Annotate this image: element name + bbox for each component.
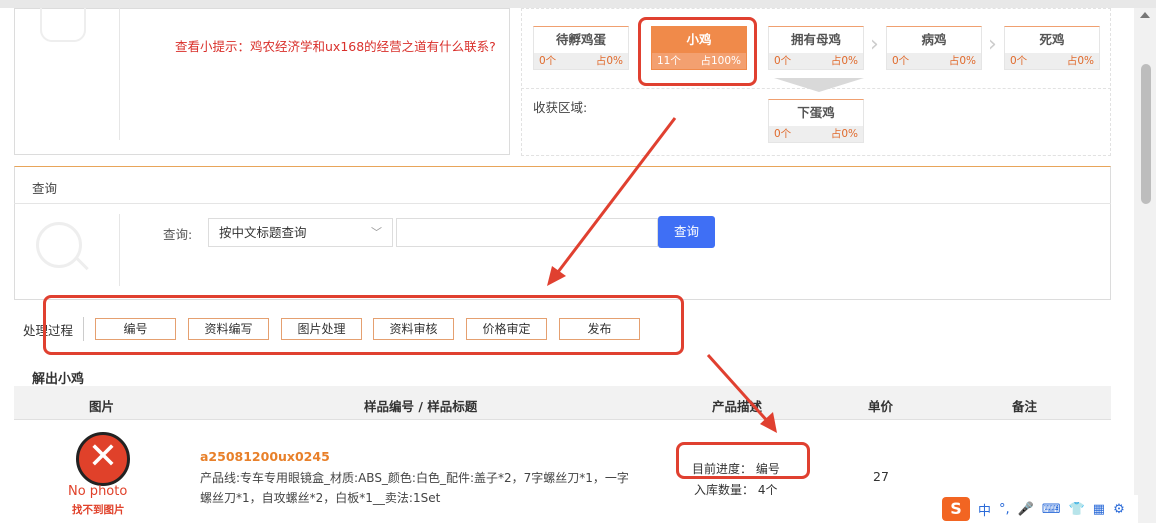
stage-hens[interactable]: 拥有母鸡 0个 占0% (768, 26, 864, 70)
search-button[interactable]: 查询 (658, 216, 715, 248)
stage-pct: 占0% (830, 55, 858, 67)
keyboard-icon[interactable]: ⌨ (1042, 502, 1061, 517)
stage-count: 0个 (1010, 55, 1028, 67)
section-title: 解出小鸡 (32, 372, 85, 387)
stage-count: 0个 (774, 128, 792, 140)
query-type-select[interactable]: 按中文标题查询 ﹀ (208, 218, 393, 247)
chevron-right-icon: › (870, 32, 879, 57)
arrow-down-icon (774, 78, 864, 92)
th-sku: 样品编号 / 样品标题 (364, 399, 478, 414)
th-desc: 产品描述 (712, 399, 763, 414)
th-note: 备注 (1012, 399, 1038, 414)
stock-text: 入库数量： 4个 (694, 483, 778, 497)
stage-eggs[interactable]: 待孵鸡蛋 0个 占0% (533, 26, 629, 70)
stage-name: 病鸡 (921, 32, 947, 47)
query-type-value: 按中文标题查询 (219, 225, 307, 240)
stage-name: 死鸡 (1039, 32, 1065, 47)
browser-top-strip (0, 0, 1156, 8)
info-panel (14, 8, 510, 155)
table-header (14, 386, 1111, 420)
scroll-up-icon[interactable] (1140, 12, 1150, 18)
sku-link[interactable]: a25081200ux0245 (200, 449, 330, 464)
ime-lang[interactable]: 中 (978, 500, 991, 519)
microphone-icon[interactable]: 🎤 (1018, 502, 1034, 517)
search-icon (36, 222, 82, 268)
placeholder-image-icon (40, 8, 86, 42)
scroll-thumb[interactable] (1141, 64, 1151, 204)
stage-pct: 占0% (595, 55, 623, 67)
stage-count: 0个 (539, 55, 557, 67)
tip-link[interactable]: 查看小提示：鸡农经济学和ux168的经营之道有什么联系? (175, 36, 496, 55)
query-panel-title: 查询 (32, 181, 58, 196)
punctuation-icon[interactable]: °, (999, 502, 1010, 517)
stage-name: 待孵鸡蛋 (555, 32, 606, 47)
chevron-right-icon: › (988, 32, 997, 57)
stage-pct: 占0% (1066, 55, 1094, 67)
divider (14, 203, 1111, 204)
th-price: 单价 (868, 399, 894, 414)
query-divider (119, 214, 120, 286)
stage-count: 0个 (892, 55, 910, 67)
stage-pct: 占0% (830, 128, 858, 140)
highlight-box (638, 17, 757, 86)
gear-icon[interactable]: ⚙ (1113, 502, 1125, 517)
query-label: 查询: (163, 227, 193, 242)
stage-name: 拥有母鸡 (790, 32, 841, 47)
ime-toolbar[interactable]: S 中 °, 🎤 ⌨ 👕 ▦ ⚙ (938, 495, 1138, 523)
apps-icon[interactable]: ▦ (1093, 502, 1105, 517)
sku-title: 产品线:专车专用眼镜盒_材质:ABS_颜色:白色_配件:盖子*2，7字螺丝刀*1… (200, 471, 629, 505)
harvest-label: 收获区域: (533, 100, 588, 115)
stage-name: 下蛋鸡 (797, 105, 835, 120)
search-input[interactable] (396, 218, 658, 247)
ime-logo: S (942, 497, 970, 521)
stage-dead[interactable]: 死鸡 0个 占0% (1004, 26, 1100, 70)
no-photo-text-zh: 找不到图片 (72, 504, 125, 516)
close-icon: ✕ (87, 436, 119, 477)
highlight-box (676, 442, 810, 479)
skin-icon[interactable]: 👕 (1069, 502, 1085, 517)
stage-count: 0个 (774, 55, 792, 67)
highlight-box (43, 295, 684, 355)
no-photo-image: ✕ No photo 找不到图片 (60, 428, 150, 518)
stage-laying-hens[interactable]: 下蛋鸡 0个 占0% (768, 99, 864, 143)
info-divider (119, 8, 120, 140)
chevron-down-icon: ﹀ (371, 226, 382, 239)
unit-price: 27 (873, 469, 889, 484)
stage-sick[interactable]: 病鸡 0个 占0% (886, 26, 982, 70)
no-photo-text: No photo (68, 484, 128, 499)
th-image: 图片 (89, 399, 115, 414)
stage-pct: 占0% (948, 55, 976, 67)
